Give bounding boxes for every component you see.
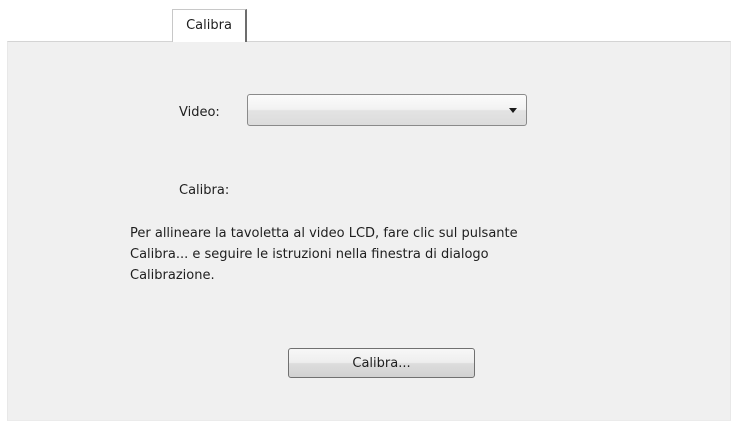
chevron-down-icon	[509, 108, 517, 113]
tab-calibra[interactable]: Calibra	[172, 9, 247, 42]
video-label: Video:	[179, 105, 220, 120]
tab-calibra-label: Calibra	[186, 18, 232, 33]
calibra-label: Calibra:	[179, 183, 230, 198]
calibra-button-label: Calibra...	[352, 356, 411, 371]
calibration-instructions: Per allineare la tavoletta al video LCD,…	[130, 226, 518, 283]
video-dropdown[interactable]	[247, 94, 527, 126]
calibra-button[interactable]: Calibra...	[288, 348, 475, 378]
calibration-panel: Video: Calibra: Per allineare la tavolet…	[7, 41, 731, 421]
